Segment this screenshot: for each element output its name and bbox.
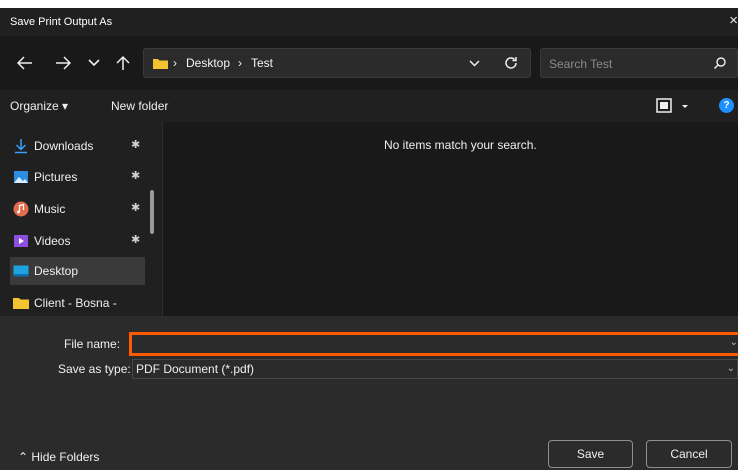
view-icon [656,98,688,113]
refresh-button[interactable] [500,52,522,74]
file-name-field[interactable]: ⌄ [129,332,738,356]
chevron-down-icon [88,59,100,67]
close-button[interactable]: × [724,12,738,32]
sidebar-item-label: Downloads [34,139,94,153]
arrow-left-icon [17,56,32,70]
crumb-separator: › [238,56,242,70]
chevron-down-icon [468,59,480,67]
cancel-button[interactable]: Cancel [646,440,732,468]
folder-icon [153,59,168,69]
sidebar-item-music[interactable]: Music ✱ [10,195,145,223]
sidebar-item-downloads[interactable]: Downloads ✱ [10,132,145,160]
sidebar-item-label: Client - Bosna - [34,296,117,310]
download-icon [15,139,27,154]
save-as-type-select[interactable]: PDF Document (*.pdf) ⌄ [132,359,738,379]
refresh-icon [505,57,517,69]
sidebar-item-label: Pictures [34,170,78,184]
pin-icon: ✱ [131,139,141,151]
address-bar[interactable]: › Desktop › Test [143,48,531,78]
save-form-panel: File name: ⌄ Save as type: PDF Document … [0,316,738,470]
save-as-type-value: PDF Document (*.pdf) [136,362,255,376]
sidebar-item-videos[interactable]: Videos ✱ [10,227,145,255]
up-button[interactable] [112,50,134,76]
empty-message: No items match your search. [384,138,537,152]
arrow-up-icon [116,55,130,70]
help-icon[interactable]: ? [719,98,734,113]
save-button[interactable]: Save [548,440,633,468]
recent-locations-button[interactable] [84,50,104,76]
address-dropdown-button[interactable] [464,53,484,73]
search-placeholder: Search Test [549,57,613,71]
sidebar-item-client-bosna[interactable]: Client - Bosna - [10,289,145,317]
chevron-down-icon[interactable]: ⌄ [730,337,738,348]
file-name-label: File name: [64,337,121,351]
new-folder-button[interactable]: New folder [111,99,168,113]
back-button[interactable] [14,50,36,76]
pin-icon: ✱ [131,202,141,214]
sidebar-item-pictures[interactable]: Pictures ✱ [10,163,145,191]
crumb-test[interactable]: Test [251,56,273,70]
search-icon [714,57,726,69]
desktop-icon [13,265,29,277]
sidebar-item-label: Desktop [34,264,79,278]
forward-button[interactable] [52,50,74,76]
sidebar-item-desktop[interactable]: Desktop [10,257,145,285]
pictures-icon [14,171,28,183]
save-dialog: Save Print Output As × › Desktop › Test [0,8,738,470]
music-icon [13,201,29,217]
search-box[interactable]: Search Test [540,48,738,78]
chevron-down-icon[interactable]: ⌄ [727,363,735,374]
pin-icon: ✱ [131,170,141,182]
save-as-type-label: Save as type: [58,362,131,376]
arrow-right-icon [56,56,71,70]
sidebar-item-label: Music [34,202,66,216]
pin-icon: ✱ [131,234,141,246]
navigation-pane: Downloads ✱ Pictures ✱ Music ✱ Videos ✱ … [0,122,162,316]
command-bar: Organize ▾ New folder ? [0,90,738,122]
hide-folders-button[interactable]: ⌃ Hide Folders [18,450,99,464]
sidebar-scrollbar[interactable] [150,190,154,234]
title-bar: Save Print Output As × [0,8,738,36]
folder-icon [13,298,29,309]
view-options-button[interactable] [656,97,696,115]
videos-icon [14,235,28,247]
organize-menu[interactable]: Organize ▾ [10,99,68,113]
navigation-bar: › Desktop › Test Search Test [0,36,738,90]
crumb-desktop[interactable]: Desktop [186,56,230,70]
crumb-separator: › [173,56,177,70]
window-title: Save Print Output As [10,16,113,28]
sidebar-item-label: Videos [34,234,71,248]
